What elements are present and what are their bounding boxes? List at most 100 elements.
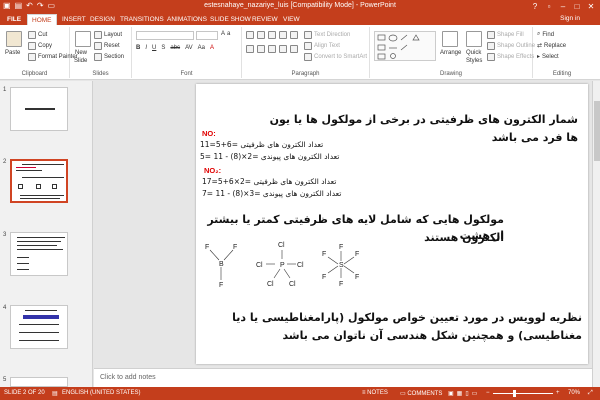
ribbon-display-icon[interactable]: ▫: [542, 0, 556, 13]
thumb-line: [16, 167, 36, 168]
zoom-in-icon[interactable]: +: [556, 390, 560, 396]
quick-styles-button-line2[interactable]: Styles: [466, 58, 482, 64]
sign-in-link[interactable]: Sign in: [560, 15, 580, 22]
sf6-structure: S F F F F F F: [322, 244, 359, 288]
tab-home[interactable]: HOME: [27, 14, 57, 25]
quick-styles-icon[interactable]: [466, 31, 482, 47]
change-case-icon[interactable]: Aa: [198, 45, 205, 51]
tab-view[interactable]: VIEW: [279, 14, 304, 25]
italic-icon[interactable]: I: [145, 45, 147, 51]
thumb-line: [17, 241, 61, 242]
cut-button[interactable]: Cut: [28, 31, 47, 39]
new-slide-button-line2[interactable]: Slide: [74, 58, 87, 64]
convert-smartart-button[interactable]: Convert to SmartArt: [304, 53, 367, 61]
notes-pane[interactable]: Click to add notes: [94, 368, 592, 387]
underline-icon[interactable]: U: [152, 45, 156, 51]
current-slide[interactable]: شمار الکترون های ظرفیتی در برخی از مولکو…: [196, 84, 588, 364]
bold-icon[interactable]: B: [136, 45, 140, 51]
font-size-buttons[interactable]: Aa: [221, 31, 230, 37]
align-right-icon[interactable]: [268, 45, 276, 53]
align-text-icon: [304, 42, 312, 50]
text-direction-button[interactable]: Text Direction: [304, 31, 350, 39]
arrange-button[interactable]: Arrange: [440, 50, 461, 56]
layout-button[interactable]: Layout: [94, 31, 122, 39]
arrange-icon[interactable]: [442, 31, 458, 47]
convert-smartart-label: Convert to SmartArt: [314, 54, 368, 60]
font-color-icon[interactable]: A: [210, 45, 214, 51]
shape-effects-button[interactable]: Shape Effects: [487, 53, 534, 61]
zoom-slider[interactable]: [493, 393, 553, 394]
shape-outline-button[interactable]: Shape Outline: [487, 42, 535, 50]
tab-design[interactable]: DESIGN: [86, 14, 119, 25]
shrink-font-icon[interactable]: a: [227, 31, 230, 37]
justify-icon[interactable]: [279, 45, 287, 53]
paste-button[interactable]: Paste: [5, 50, 20, 56]
window-controls: ? ▫ – □ ✕: [528, 0, 598, 13]
font-size-box[interactable]: [196, 31, 218, 40]
comments-toggle[interactable]: ▭ COMMENTS: [400, 390, 442, 397]
sf6-ligand: F: [322, 251, 326, 258]
tab-transitions[interactable]: TRANSITIONS: [116, 14, 168, 25]
line-spacing-icon[interactable]: [290, 31, 298, 39]
align-text-button[interactable]: Align Text: [304, 42, 340, 50]
heading-lewis-limits-line1: نظریه لوویس در مورد تعیین خواص مولکول (پ…: [232, 311, 582, 324]
decrease-indent-icon[interactable]: [268, 31, 276, 39]
help-icon[interactable]: ?: [528, 0, 542, 13]
columns-icon[interactable]: [290, 45, 298, 53]
paste-icon[interactable]: [6, 31, 22, 47]
vertical-scrollbar[interactable]: [592, 81, 600, 387]
quick-styles-button[interactable]: Quick: [466, 50, 481, 56]
tab-animations[interactable]: ANIMATIONS: [163, 14, 211, 25]
heading-lewis-limits-line2: مغناطیسی) و همچنین شکل هندسی آن ناتوان م…: [282, 329, 582, 342]
font-name-box[interactable]: [136, 31, 194, 40]
tab-file[interactable]: FILE: [3, 14, 26, 25]
section-button[interactable]: Section: [94, 53, 124, 61]
tab-review[interactable]: REVIEW: [248, 14, 282, 25]
slide-thumbnail-2[interactable]: [10, 159, 68, 203]
thumb-line: [17, 249, 63, 250]
notes-toggle[interactable]: ≡ NOTES: [362, 390, 388, 396]
zoom-slider-handle[interactable]: [512, 390, 516, 397]
maximize-button[interactable]: □: [570, 0, 584, 13]
pcl5-ligand: Cl: [278, 242, 285, 249]
thumb-number: 4: [3, 305, 7, 311]
align-center-icon[interactable]: [257, 45, 265, 53]
slide-thumbnails-pane[interactable]: 1 2 3 4 5: [0, 81, 93, 387]
fit-slide-icon[interactable]: ⤢: [588, 390, 593, 397]
new-slide-button[interactable]: New: [75, 50, 87, 56]
new-slide-icon[interactable]: [75, 31, 91, 47]
close-button[interactable]: ✕: [584, 0, 598, 13]
find-button[interactable]: ⌕ Find: [537, 31, 554, 38]
normal-view-icon[interactable]: ▣: [448, 391, 457, 397]
zoom-out-icon[interactable]: −: [486, 390, 490, 396]
minimize-button[interactable]: –: [556, 0, 570, 13]
shape-fill-button[interactable]: Shape Fill: [487, 31, 524, 39]
slide-thumbnail-4[interactable]: [10, 305, 68, 349]
thumb-molecule: [52, 184, 57, 189]
slide-thumbnail-5[interactable]: [10, 377, 68, 387]
align-text-label: Align Text: [314, 43, 340, 49]
bullets-icon[interactable]: [246, 31, 254, 39]
spellcheck-icon[interactable]: ▤: [52, 390, 58, 397]
increase-indent-icon[interactable]: [279, 31, 287, 39]
tab-insert[interactable]: INSERT: [58, 14, 90, 25]
strikethrough-icon[interactable]: abc: [170, 45, 180, 51]
language-indicator[interactable]: ENGLISH (UNITED STATES): [62, 390, 140, 396]
char-spacing-icon[interactable]: AV: [185, 45, 193, 51]
numbering-icon[interactable]: [257, 31, 265, 39]
select-button[interactable]: ▸ Select: [537, 53, 559, 61]
grow-font-icon[interactable]: A: [221, 31, 225, 37]
slideshow-view-icon[interactable]: ▭: [472, 391, 481, 397]
scrollbar-thumb[interactable]: [594, 101, 600, 161]
shapes-gallery[interactable]: [374, 31, 436, 61]
align-left-icon[interactable]: [246, 45, 254, 53]
copy-button[interactable]: Copy: [28, 42, 52, 50]
replace-button[interactable]: ⇄ Replace: [537, 42, 566, 50]
reset-button[interactable]: Reset: [94, 42, 120, 50]
slide-thumbnail-1[interactable]: [10, 87, 68, 131]
shadow-icon[interactable]: S: [161, 45, 165, 51]
shape-fill-label: Shape Fill: [497, 32, 524, 38]
slide-thumbnail-3[interactable]: [10, 232, 68, 276]
slides-group-label: Slides: [92, 71, 109, 77]
zoom-level[interactable]: 70%: [568, 390, 580, 396]
